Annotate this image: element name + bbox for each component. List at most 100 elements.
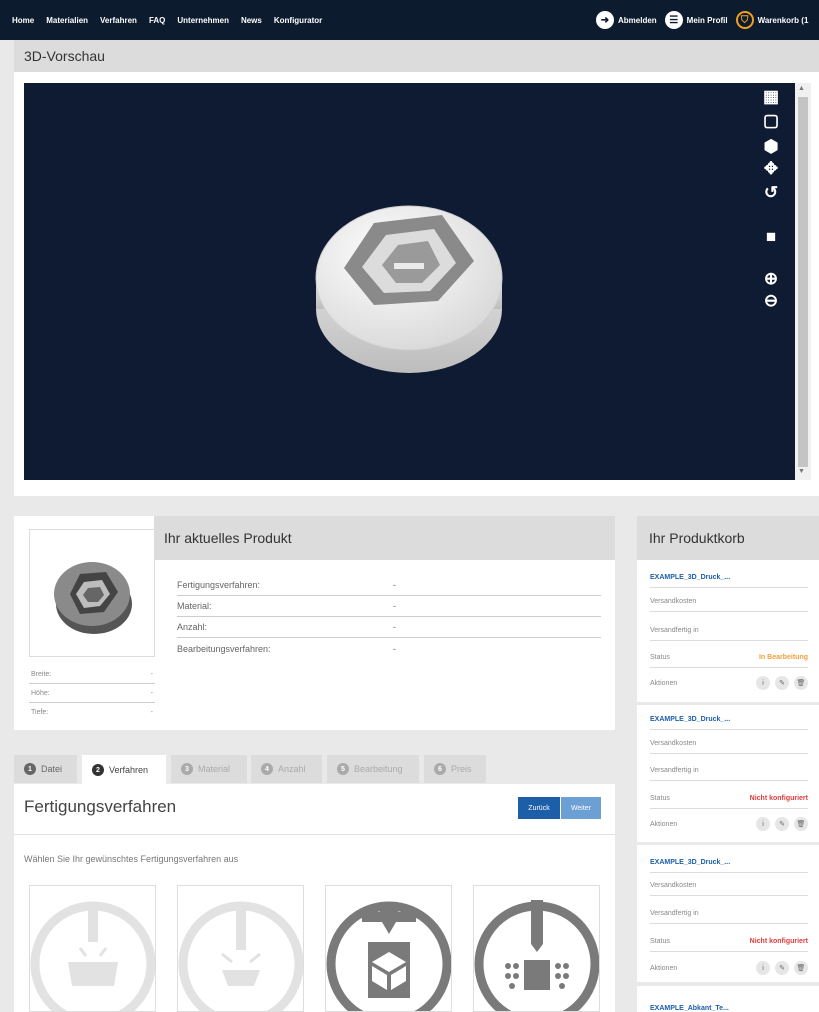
- actions-label: Aktionen: [650, 964, 678, 972]
- nav-konfigurator[interactable]: Konfigurator: [274, 16, 322, 25]
- tab-anzahl[interactable]: 4 Anzahl: [251, 755, 322, 783]
- edit-icon[interactable]: ✎: [775, 676, 789, 690]
- tab-number: 6: [434, 763, 446, 775]
- trash-icon[interactable]: 🗑: [794, 676, 808, 690]
- profile-link[interactable]: ☰ Mein Profil: [664, 11, 728, 29]
- product-row-anzahl: Anzahl: -: [177, 617, 601, 638]
- cart-label: Warenkorb (1: [757, 15, 809, 25]
- move-icon[interactable]: ✥: [760, 159, 782, 179]
- product-row-bearbeitung: Bearbeitungsverfahren: -: [177, 638, 601, 659]
- 3d-model: [315, 205, 503, 373]
- edit-icon[interactable]: ✎: [775, 817, 789, 831]
- scroll-thumb[interactable]: [798, 97, 808, 467]
- zoom-out-icon[interactable]: ⊖: [760, 291, 782, 311]
- nav-news[interactable]: News: [241, 16, 262, 25]
- zoom-in-icon[interactable]: ⊕: [760, 269, 782, 289]
- tab-number: 2: [92, 764, 104, 776]
- tab-label: Preis: [451, 764, 472, 774]
- process-title: Fertigungsverfahren: [24, 797, 177, 816]
- cart-shipping: Versandkosten: [650, 734, 808, 754]
- dim-label: Höhe:: [31, 689, 50, 697]
- tab-number: 1: [24, 763, 36, 775]
- cart-item-name[interactable]: EXAMPLE_Abkant_Te...: [650, 998, 808, 1012]
- product-row-material: Material: -: [177, 596, 601, 617]
- next-button[interactable]: Weiter: [561, 797, 601, 819]
- status-label: Status: [650, 795, 670, 802]
- tab-verfahren[interactable]: 2 Verfahren: [82, 755, 166, 785]
- info-icon[interactable]: i: [756, 817, 770, 831]
- tab-bearbeitung[interactable]: 5 Bearbeitung: [327, 755, 419, 783]
- nav-faq[interactable]: FAQ: [149, 16, 165, 25]
- dim-tiefe: Tiefe: -: [29, 703, 155, 722]
- edit-icon[interactable]: ✎: [775, 961, 789, 975]
- waterjet-icon: [178, 901, 303, 1011]
- dim-breite: Breite: -: [29, 665, 155, 684]
- info-icon[interactable]: i: [756, 961, 770, 975]
- rotate-icon[interactable]: ↺: [760, 183, 782, 203]
- cart-status: Status Nicht konfiguriert: [650, 932, 808, 952]
- cart-ready: Versandfertig in: [650, 621, 808, 641]
- 3d-viewer[interactable]: ▦ ▢ ⬢ ✥ ↺ ■ ⊕ ⊖: [24, 83, 795, 480]
- cart-actions: Aktionen i ✎ 🗑: [650, 814, 808, 834]
- cart-item-name[interactable]: EXAMPLE_3D_Druck_...: [650, 568, 808, 588]
- info-icon[interactable]: i: [756, 676, 770, 690]
- tab-datei[interactable]: 1 Datei: [14, 755, 77, 783]
- trash-icon[interactable]: 🗑: [794, 961, 808, 975]
- cart-link[interactable]: ⛉ Warenkorb (1: [735, 11, 809, 29]
- status-value: Nicht konfiguriert: [749, 795, 808, 802]
- dim-value: -: [150, 689, 153, 697]
- dim-label: Tiefe:: [31, 709, 49, 716]
- 3d-printing-icon: [326, 901, 451, 1011]
- viewer-scrollbar[interactable]: ▲ ▼: [795, 83, 811, 480]
- process-option-sintering[interactable]: [473, 885, 600, 1012]
- grid-icon[interactable]: ▦: [760, 87, 782, 107]
- nav-materialien[interactable]: Materialien: [46, 16, 88, 25]
- scroll-up-icon[interactable]: ▲: [798, 85, 805, 92]
- scroll-down-icon[interactable]: ▼: [798, 468, 805, 475]
- nav-unternehmen[interactable]: Unternehmen: [177, 16, 229, 25]
- logout-link[interactable]: ➜ Abmelden: [596, 11, 657, 29]
- cart-shipping: Versandkosten: [650, 592, 808, 612]
- tab-number: 4: [261, 763, 273, 775]
- preview-title: 3D-Vorschau: [14, 40, 819, 72]
- row-label: Bearbeitungsverfahren:: [177, 643, 271, 654]
- status-label: Status: [650, 654, 670, 661]
- tab-number: 3: [181, 763, 193, 775]
- product-title: Ihr aktuelles Produkt: [154, 516, 615, 560]
- status-value: In Bearbeitung: [758, 654, 808, 661]
- trash-icon[interactable]: 🗑: [794, 817, 808, 831]
- laser-cutting-icon: [30, 901, 155, 1011]
- cube-icon[interactable]: ⬢: [760, 137, 782, 157]
- cart-item-name[interactable]: EXAMPLE_3D_Druck_...: [650, 710, 808, 730]
- nav-verfahren[interactable]: Verfahren: [100, 16, 137, 25]
- tab-label: Verfahren: [109, 765, 149, 775]
- process-option-waterjet[interactable]: [177, 885, 304, 1012]
- process-hint: Wählen Sie Ihr gewünschtes Fertigungsver…: [24, 854, 239, 864]
- status-value: Nicht konfiguriert: [749, 938, 808, 945]
- cart-actions: Aktionen i ✎ 🗑: [650, 958, 808, 978]
- product-row-fertigung: Fertigungsverfahren: -: [177, 575, 601, 596]
- cart-item-name[interactable]: EXAMPLE_3D_Druck_...: [650, 853, 808, 873]
- ready-label: Versandfertig in: [650, 627, 699, 634]
- dim-label: Breite:: [31, 670, 52, 678]
- process-option-3d-printing[interactable]: [325, 885, 452, 1012]
- fill-square-icon[interactable]: ■: [760, 227, 782, 247]
- cart-ready: Versandfertig in: [650, 904, 808, 924]
- dim-hoehe: Höhe: -: [29, 684, 155, 703]
- nav-home[interactable]: Home: [12, 16, 34, 25]
- row-value: -: [393, 580, 396, 590]
- cart-shipping: Versandkosten: [650, 876, 808, 896]
- tab-preis[interactable]: 6 Preis: [424, 755, 486, 783]
- process-option-laser-cutting[interactable]: [29, 885, 156, 1012]
- row-label: Anzahl:: [177, 622, 208, 632]
- back-button[interactable]: Zurück: [518, 797, 560, 819]
- shipping-label: Versandkosten: [650, 882, 697, 889]
- dim-value: -: [150, 709, 153, 716]
- tab-material[interactable]: 3 Material: [171, 755, 247, 783]
- ready-label: Versandfertig in: [650, 910, 699, 917]
- square-icon[interactable]: ▢: [760, 111, 782, 131]
- top-navigation: Home Materialien Verfahren FAQ Unternehm…: [0, 0, 819, 40]
- actions-label: Aktionen: [650, 679, 678, 687]
- logout-label: Abmelden: [618, 15, 657, 25]
- cart-icon: ⛉: [735, 11, 754, 29]
